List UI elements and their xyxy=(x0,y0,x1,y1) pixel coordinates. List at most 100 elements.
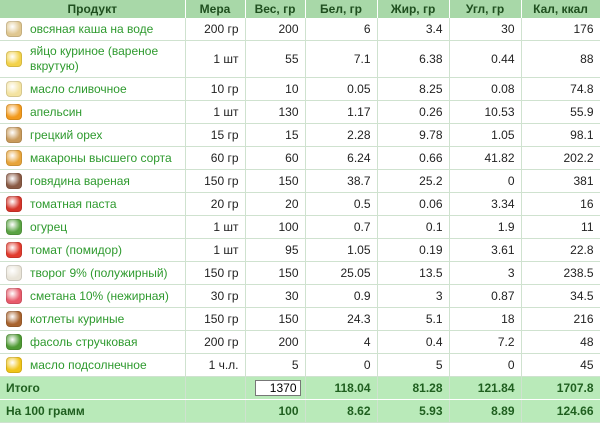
carbs-cell: 1.9 xyxy=(449,215,522,239)
weight-cell: 130 xyxy=(245,100,306,124)
product-link[interactable]: сметана 10% (нежирная) xyxy=(30,289,169,304)
product-cell: фасоль стручковая xyxy=(0,330,186,354)
product-cell: томатная паста xyxy=(0,192,186,216)
total-weight-cell xyxy=(245,376,306,400)
weight-cell: 55 xyxy=(245,40,306,78)
product-link[interactable]: томатная паста xyxy=(30,197,117,212)
measure-cell: 150 гр xyxy=(185,169,246,193)
measure-cell: 15 гр xyxy=(185,123,246,147)
cottage-cheese-icon xyxy=(6,265,22,281)
measure-cell: 30 гр xyxy=(185,284,246,308)
product-link[interactable]: яйцо куриное (вареное вкрутую) xyxy=(30,44,181,74)
sunflower-oil-icon xyxy=(6,357,22,373)
product-link[interactable]: котлеты куриные xyxy=(30,312,124,327)
cucumber-icon xyxy=(6,219,22,235)
table-row: огурец 1 шт 100 0.7 0.1 1.9 11 xyxy=(0,215,600,239)
tomato-paste-icon xyxy=(6,196,22,212)
product-cell: масло сливочное xyxy=(0,77,186,101)
kcal-cell: 55.9 xyxy=(521,100,600,124)
carbs-cell: 0 xyxy=(449,169,522,193)
kcal-cell: 45 xyxy=(521,353,600,377)
measure-cell: 1 ч.л. xyxy=(185,353,246,377)
total-weight-input[interactable] xyxy=(254,380,301,396)
per100-weight: 100 xyxy=(245,399,306,423)
fat-cell: 5 xyxy=(377,353,450,377)
product-link[interactable]: томат (помидор) xyxy=(30,243,122,258)
carbs-cell: 0 xyxy=(449,353,522,377)
measure-cell: 150 гр xyxy=(185,307,246,331)
product-link[interactable]: масло подсолнечное xyxy=(30,358,147,373)
protein-cell: 24.3 xyxy=(305,307,378,331)
protein-cell: 6 xyxy=(305,18,378,41)
protein-cell: 25.05 xyxy=(305,261,378,285)
product-cell: томат (помидор) xyxy=(0,238,186,262)
kcal-cell: 216 xyxy=(521,307,600,331)
tomato-icon xyxy=(6,242,22,258)
fat-cell: 0.1 xyxy=(377,215,450,239)
orange-icon xyxy=(6,104,22,120)
measure-cell: 1 шт xyxy=(185,238,246,262)
carbs-cell: 41.82 xyxy=(449,146,522,170)
measure-cell: 200 гр xyxy=(185,18,246,41)
product-cell: творог 9% (полужирный) xyxy=(0,261,186,285)
green-beans-icon xyxy=(6,334,22,350)
pasta-icon xyxy=(6,150,22,166)
table-header-row: Продукт Мера Вес, гр Бел, гр Жир, гр Угл… xyxy=(0,0,600,18)
product-cell: овсяная каша на воде xyxy=(0,18,186,41)
beef-icon xyxy=(6,173,22,189)
header-fat: Жир, гр xyxy=(377,0,450,18)
carbs-cell: 0.44 xyxy=(449,40,522,78)
weight-cell: 100 xyxy=(245,215,306,239)
weight-cell: 60 xyxy=(245,146,306,170)
product-link[interactable]: огурец xyxy=(30,220,67,235)
carbs-cell: 7.2 xyxy=(449,330,522,354)
kcal-cell: 176 xyxy=(521,18,600,41)
per100-carbs: 8.89 xyxy=(449,399,522,423)
product-link[interactable]: творог 9% (полужирный) xyxy=(30,266,168,281)
carbs-cell: 0.87 xyxy=(449,284,522,308)
kcal-cell: 202.2 xyxy=(521,146,600,170)
product-link[interactable]: макароны высшего сорта xyxy=(30,151,172,166)
per100-kcal: 124.66 xyxy=(521,399,600,423)
header-protein: Бел, гр xyxy=(305,0,378,18)
kcal-cell: 11 xyxy=(521,215,600,239)
kcal-cell: 16 xyxy=(521,192,600,216)
fat-cell: 25.2 xyxy=(377,169,450,193)
measure-cell: 60 гр xyxy=(185,146,246,170)
fat-cell: 3 xyxy=(377,284,450,308)
product-link[interactable]: говядина вареная xyxy=(30,174,130,189)
product-cell: котлеты куриные xyxy=(0,307,186,331)
header-weight: Вес, гр xyxy=(245,0,306,18)
product-cell: говядина вареная xyxy=(0,169,186,193)
kcal-cell: 88 xyxy=(521,40,600,78)
carbs-cell: 3.34 xyxy=(449,192,522,216)
carbs-cell: 18 xyxy=(449,307,522,331)
protein-cell: 38.7 xyxy=(305,169,378,193)
butter-icon xyxy=(6,81,22,97)
measure-cell: 150 гр xyxy=(185,261,246,285)
measure-cell: 1 шт xyxy=(185,100,246,124)
total-fat: 81.28 xyxy=(377,376,450,400)
table-row: котлеты куриные 150 гр 150 24.3 5.1 18 216 xyxy=(0,307,600,331)
table-row: макароны высшего сорта 60 гр 60 6.24 0.66 41.… xyxy=(0,146,600,170)
product-link[interactable]: апельсин xyxy=(30,105,82,120)
product-link[interactable]: грецкий орех xyxy=(30,128,102,143)
product-link[interactable]: фасоль стручковая xyxy=(30,335,137,350)
product-cell: макароны высшего сорта xyxy=(0,146,186,170)
header-product: Продукт xyxy=(0,0,186,18)
kcal-cell: 48 xyxy=(521,330,600,354)
per100-measure-empty xyxy=(185,399,246,423)
product-link[interactable]: овсяная каша на воде xyxy=(30,22,153,37)
protein-cell: 0.5 xyxy=(305,192,378,216)
weight-cell: 200 xyxy=(245,330,306,354)
walnut-icon xyxy=(6,127,22,143)
fat-cell: 8.25 xyxy=(377,77,450,101)
kcal-cell: 238.5 xyxy=(521,261,600,285)
weight-cell: 150 xyxy=(245,261,306,285)
per100-fat: 5.93 xyxy=(377,399,450,423)
protein-cell: 7.1 xyxy=(305,40,378,78)
protein-cell: 0 xyxy=(305,353,378,377)
table-row: томатная паста 20 гр 20 0.5 0.06 3.34 16 xyxy=(0,192,600,216)
product-cell: грецкий орех xyxy=(0,123,186,147)
product-link[interactable]: масло сливочное xyxy=(30,82,127,97)
